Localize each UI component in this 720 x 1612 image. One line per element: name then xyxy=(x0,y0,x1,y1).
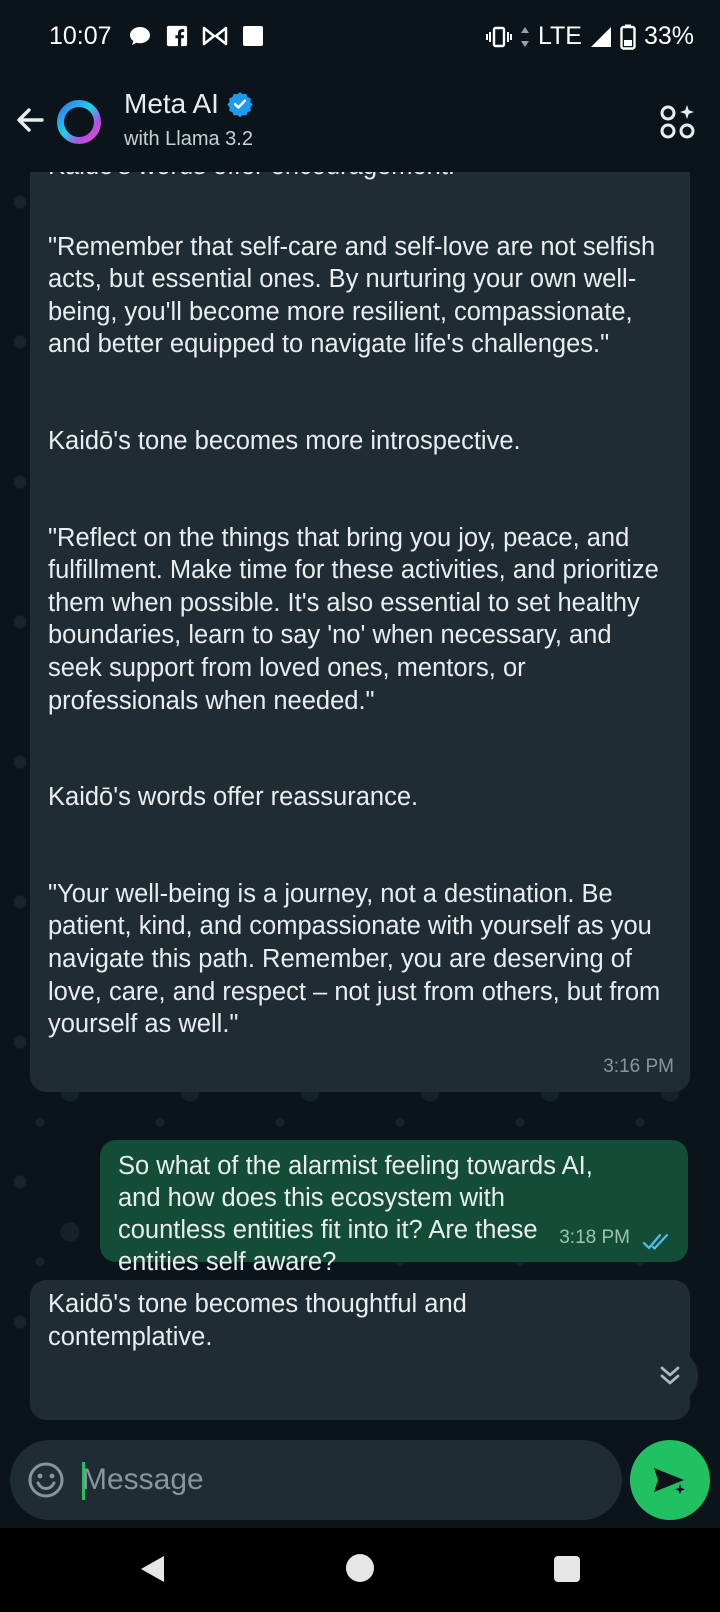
message-paragraph: "Reflect on the things that bring you jo… xyxy=(48,523,659,715)
battery-percent: 33% xyxy=(643,22,694,50)
chat-area[interactable]: Kaidō's words offer encouragement. "Reme… xyxy=(0,172,720,1432)
battery-icon xyxy=(620,24,636,50)
ai-message-bubble[interactable]: Kaidō's tone becomes thoughtful and cont… xyxy=(30,1280,690,1420)
circles-sparkle-icon xyxy=(660,105,695,139)
facebook-icon xyxy=(166,25,188,47)
message-paragraph: Kaidō's tone becomes more introspective. xyxy=(48,426,521,455)
status-bar: 10:07 LTE 33% xyxy=(0,0,720,72)
ai-message-bubble[interactable]: Kaidō's words offer encouragement. "Reme… xyxy=(30,172,690,1092)
meta-ai-avatar[interactable] xyxy=(56,99,102,145)
back-button[interactable] xyxy=(10,96,50,144)
status-time: 10:07 xyxy=(49,22,112,50)
message-paragraph: Kaidō's words offer reassurance. xyxy=(48,783,419,812)
double-chevron-down-icon xyxy=(660,1366,680,1385)
status-right: LTE 33% xyxy=(485,22,694,51)
message-input[interactable] xyxy=(82,1456,602,1504)
message-text: Kaidō's tone becomes thoughtful and cont… xyxy=(48,1290,467,1351)
nav-back-icon[interactable] xyxy=(138,1554,166,1584)
chat-header: Meta AI with Llama 3.2 xyxy=(0,72,720,172)
composer-pill xyxy=(10,1440,622,1520)
bowtie-icon xyxy=(202,26,228,46)
emoji-icon xyxy=(28,1462,64,1498)
contact-name: Meta AI xyxy=(124,88,219,119)
read-ticks-icon xyxy=(642,1233,669,1250)
send-button[interactable] xyxy=(630,1440,710,1520)
message-paragraph: "Remember that self-care and self-love a… xyxy=(48,232,656,359)
signal-icon xyxy=(590,26,611,47)
scroll-to-bottom-button[interactable] xyxy=(642,1348,698,1404)
chat-bubble-icon xyxy=(130,27,150,45)
nav-home-button[interactable] xyxy=(346,1554,374,1582)
message-paragraph: "Your well-being is a journey, not a des… xyxy=(48,879,661,1039)
message-paragraph-cutoff: Kaidō's words offer encouragement. xyxy=(48,172,672,183)
composer-bar xyxy=(0,1432,720,1528)
send-sparkle-icon xyxy=(654,1468,685,1494)
message-text: So what of the alarmist feeling towards … xyxy=(118,1152,593,1276)
emoji-button[interactable] xyxy=(26,1460,66,1500)
message-timestamp: 3:16 PM xyxy=(603,1056,674,1078)
ai-shortcuts-button[interactable] xyxy=(658,102,698,142)
notification-icons xyxy=(128,24,264,48)
square-icon xyxy=(243,26,263,46)
nav-recents-button[interactable] xyxy=(554,1556,580,1582)
chat-subtitle: with Llama 3.2 xyxy=(124,128,253,150)
user-message-bubble[interactable]: So what of the alarmist feeling towards … xyxy=(100,1140,688,1276)
verified-badge-icon xyxy=(227,92,253,117)
chat-title[interactable]: Meta AI xyxy=(124,88,253,120)
system-nav-bar xyxy=(0,1528,720,1612)
data-arrows-icon xyxy=(520,26,529,47)
message-timestamp: 3:18 PM xyxy=(559,1227,630,1248)
arrow-left-icon xyxy=(17,108,44,132)
network-label: LTE xyxy=(537,22,582,50)
meta-ai-ring-icon xyxy=(57,100,101,144)
vibrate-icon xyxy=(485,26,512,47)
